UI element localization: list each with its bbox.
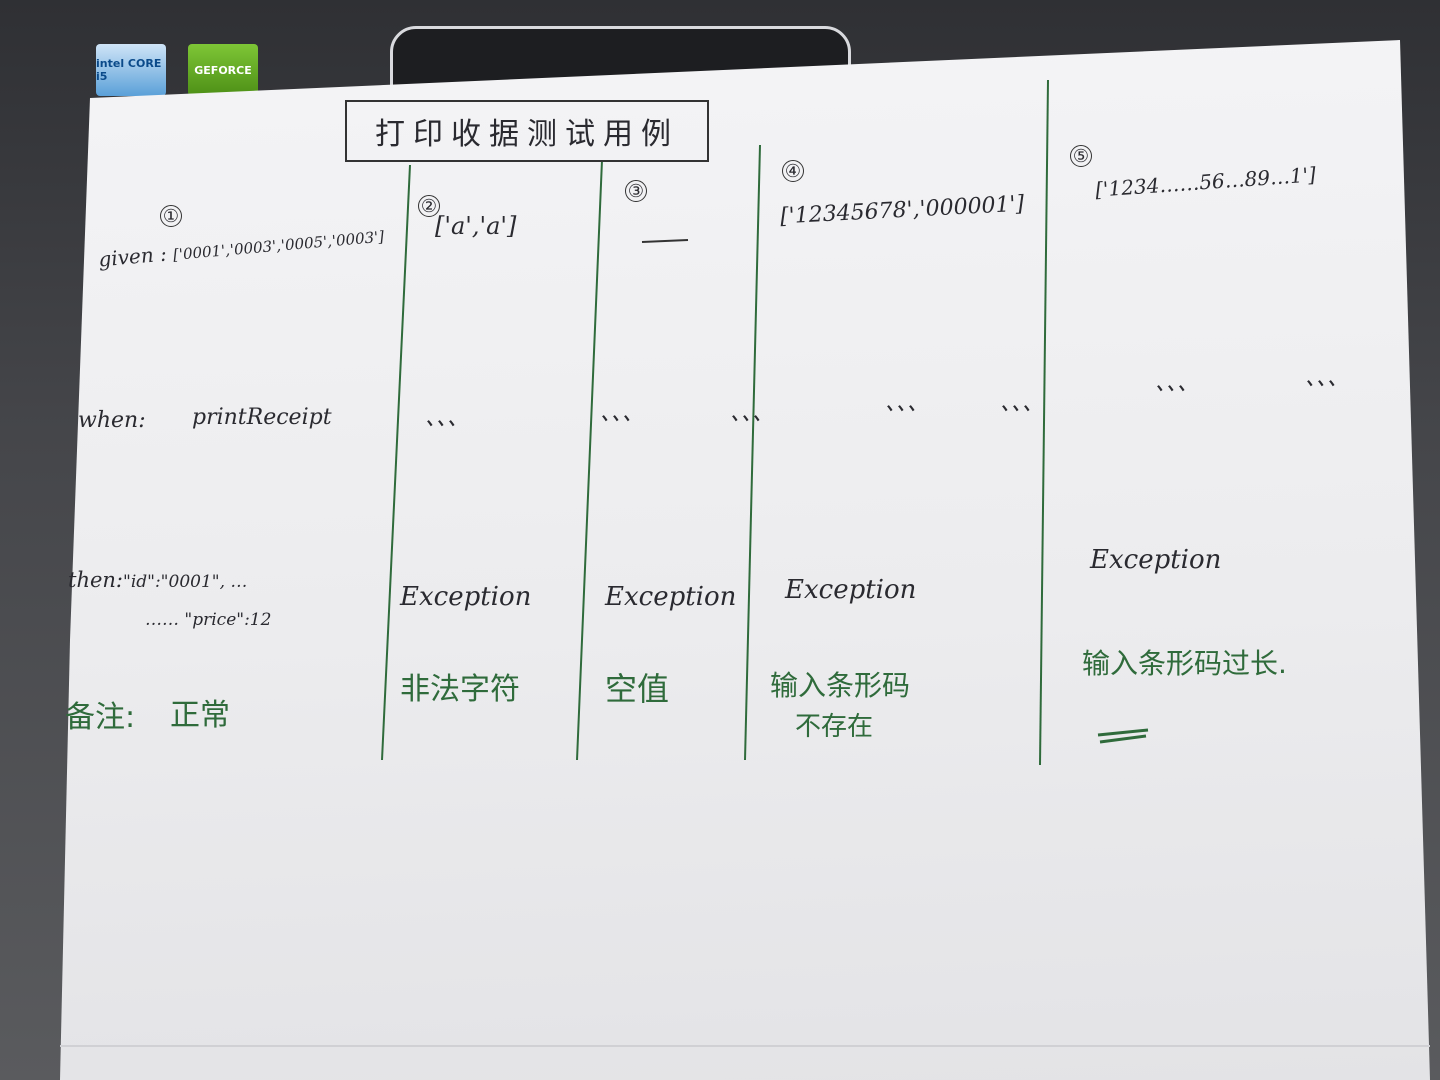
blank-line — [641, 239, 689, 243]
note-value-1: 正常 — [170, 698, 230, 733]
when-value-3: 、、、 — [600, 401, 645, 426]
note-value-3: 空值 — [605, 670, 670, 708]
divider-4 — [1039, 79, 1049, 766]
then-label: then: — [68, 568, 123, 592]
when-label: when: — [78, 408, 146, 433]
when-value-2: 、、、 — [425, 406, 470, 431]
case-number-5: ⑤ — [1070, 145, 1092, 167]
note-value-4b: 不存在 — [795, 712, 874, 742]
when-value-4c: 、、、 — [1000, 391, 1045, 416]
case-number-1: ① — [160, 205, 182, 227]
case-number-4: ④ — [782, 160, 804, 182]
when-value-4b: 、、、 — [885, 391, 930, 416]
when-value-5b: 、、、 — [1305, 366, 1350, 391]
case-number-3: ③ — [625, 180, 647, 202]
note-value-5: 输入条形码过长. — [1082, 647, 1287, 680]
when-value-4a: 、、、 — [730, 401, 775, 426]
given-value-2: ['a','a'] — [435, 212, 517, 240]
page-title: 打印收据测试用例 — [345, 100, 709, 162]
then-value-1a: "id":"0001", … — [123, 572, 248, 592]
then-value-1b: …… "price":12 — [145, 610, 272, 630]
given-label: given — [97, 242, 155, 272]
divider-2 — [576, 159, 603, 761]
scribble-1 — [1097, 728, 1149, 744]
note-label: 备注: — [65, 700, 136, 735]
when-value-1: printReceipt — [192, 405, 332, 430]
then-value-5: Exception — [1090, 545, 1222, 575]
note-value-4a: 输入条形码 — [770, 669, 911, 702]
then-value-3: Exception — [605, 582, 737, 612]
note-value-2: 非法字符 — [400, 672, 520, 707]
then-value-2: Exception — [400, 582, 532, 612]
then-row-1: then:"id":"0001", … — [68, 568, 247, 592]
column-dividers — [381, 79, 1149, 766]
then-value-4: Exception — [785, 575, 917, 605]
divider-3 — [744, 144, 761, 761]
when-value-5a: 、、、 — [1155, 371, 1200, 396]
